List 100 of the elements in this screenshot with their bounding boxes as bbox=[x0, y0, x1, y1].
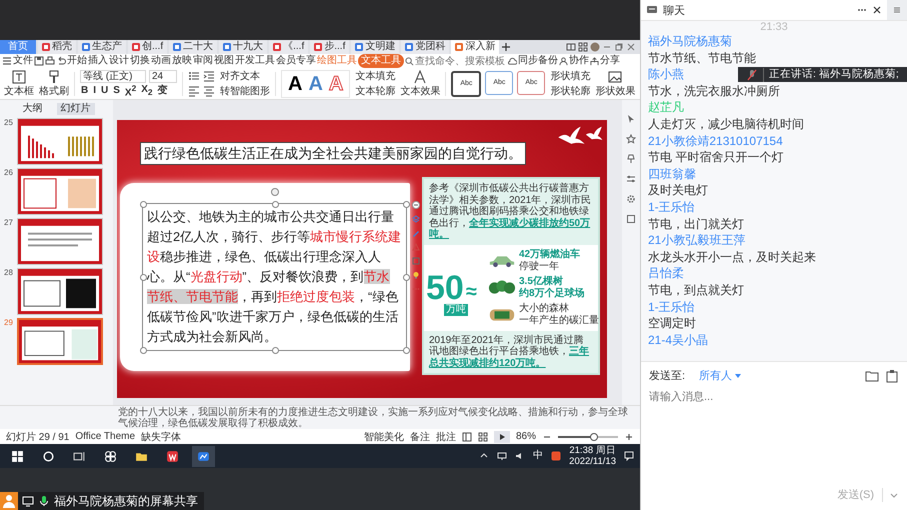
font-dropdown[interactable]: 等线 (正文) bbox=[80, 70, 146, 82]
slide-thumbnail[interactable] bbox=[17, 268, 103, 315]
app-tray-icon[interactable] bbox=[551, 451, 562, 461]
clipboard-icon[interactable] bbox=[885, 368, 899, 382]
ribbon-tab[interactable]: 切换 bbox=[130, 54, 150, 68]
meeting-app-icon[interactable] bbox=[192, 446, 215, 466]
align-left-icon[interactable] bbox=[188, 85, 200, 97]
network-icon[interactable] bbox=[497, 451, 508, 461]
notification-icon[interactable] bbox=[624, 451, 634, 461]
undo-icon[interactable] bbox=[56, 56, 66, 66]
ribbon-action[interactable]: 分享 bbox=[590, 54, 620, 68]
format-button[interactable]: 变 bbox=[156, 85, 169, 97]
document-tab[interactable]: 党团科 bbox=[401, 40, 450, 54]
shape-format-button[interactable]: 形状填充 bbox=[550, 70, 590, 82]
play-button[interactable] bbox=[494, 430, 510, 442]
clock[interactable]: 21:38 周日 2022/11/13 bbox=[569, 445, 616, 467]
document-tab[interactable]: 二十大 bbox=[169, 40, 218, 54]
zoom-slider-thumb[interactable] bbox=[590, 432, 598, 440]
save-icon[interactable] bbox=[34, 56, 44, 66]
document-tab[interactable]: 文明建 bbox=[351, 40, 400, 54]
beautify-button[interactable]: 智能美化 bbox=[364, 430, 404, 444]
rotate-handle[interactable] bbox=[270, 188, 278, 196]
add-tab-icon[interactable] bbox=[501, 42, 512, 52]
lightbulb-icon[interactable] bbox=[412, 271, 420, 279]
resize-handle[interactable] bbox=[403, 347, 410, 354]
document-tab[interactable]: 生态产 bbox=[78, 40, 126, 54]
resize-handle[interactable] bbox=[140, 347, 147, 354]
format-button[interactable]: U bbox=[100, 85, 110, 97]
panel-tab[interactable]: 幻灯片 bbox=[56, 103, 94, 115]
ribbon-action[interactable]: 协作 bbox=[559, 54, 589, 68]
format-button[interactable]: X$^{2}$ bbox=[124, 82, 138, 100]
document-tab[interactable]: 稻壳 bbox=[38, 40, 76, 54]
indent-icon[interactable] bbox=[203, 70, 215, 82]
star-icon[interactable] bbox=[626, 134, 636, 144]
normal-view-icon[interactable] bbox=[462, 432, 472, 442]
grid-icon[interactable] bbox=[578, 42, 588, 52]
format-button[interactable]: I bbox=[92, 85, 98, 97]
ribbon-tab[interactable]: 动画 bbox=[151, 54, 171, 68]
ribbon-tab[interactable]: 开始 bbox=[67, 54, 87, 68]
resize-handle[interactable] bbox=[403, 201, 410, 208]
speaker-notes[interactable]: 党的十八大以来，我国以前所未有的力度推进生态文明建设，实施一系列应对气候变化战略、措施和行动，参与全球气候治理，绿色低碳发展取得了积极成效。 bbox=[0, 405, 640, 429]
restore-icon[interactable] bbox=[614, 42, 624, 52]
ribbon-tab[interactable]: 插入 bbox=[88, 54, 108, 68]
align-center-icon[interactable] bbox=[203, 85, 215, 97]
ribbon-action[interactable]: 同步备份 bbox=[508, 54, 558, 68]
cursor-icon[interactable] bbox=[626, 114, 636, 124]
search-field[interactable]: 查找命令、搜索模板 bbox=[405, 56, 507, 66]
notes-button[interactable]: 备注 bbox=[410, 430, 430, 444]
shape-format-button[interactable]: 形状轮廓 bbox=[550, 84, 590, 98]
align-text-button[interactable]: 对齐文本 bbox=[220, 70, 270, 82]
avatar-icon[interactable] bbox=[590, 42, 600, 52]
zoom-in-icon[interactable] bbox=[624, 432, 634, 442]
smart-graphic-button[interactable]: 转智能图形 bbox=[220, 84, 270, 98]
sliders-icon[interactable] bbox=[626, 174, 636, 184]
resize-handle[interactable] bbox=[140, 201, 147, 208]
file-menu[interactable]: 文件 bbox=[13, 54, 33, 68]
minus-icon[interactable] bbox=[412, 201, 420, 209]
missing-fonts-button[interactable]: 缺失字体 bbox=[141, 430, 182, 444]
panel-tab[interactable]: 大纲 bbox=[18, 103, 46, 115]
microphone-icon[interactable] bbox=[38, 495, 50, 507]
text-format-button[interactable]: 文本轮廓 bbox=[355, 84, 396, 98]
resize-handle[interactable] bbox=[403, 274, 410, 281]
print-icon[interactable] bbox=[45, 56, 55, 66]
text-effect-button[interactable]: 文本效果 bbox=[400, 70, 440, 97]
pin-icon[interactable] bbox=[626, 154, 636, 164]
text-format-button[interactable]: 文本填充 bbox=[355, 70, 396, 82]
document-tab[interactable]: 十九大 bbox=[219, 40, 268, 54]
format-button[interactable]: X$_{2}$ bbox=[140, 84, 154, 98]
ribbon-tab[interactable]: 开发工具 bbox=[235, 54, 275, 68]
resize-handle[interactable] bbox=[272, 201, 278, 208]
menu-icon[interactable] bbox=[2, 56, 12, 66]
grid-icon[interactable] bbox=[478, 432, 488, 442]
ribbon-tab[interactable]: 审阅 bbox=[193, 54, 213, 68]
slide-thumbnail[interactable] bbox=[17, 218, 103, 265]
textbox-button[interactable]: 文本框 bbox=[4, 70, 34, 97]
message-input[interactable]: 请输入消息... bbox=[649, 383, 899, 485]
ribbon-tab[interactable]: 视图 bbox=[214, 54, 234, 68]
slide-thumbnail[interactable] bbox=[17, 168, 103, 215]
document-tab[interactable]: 《...f bbox=[269, 40, 308, 54]
ribbon-tab[interactable]: 设计 bbox=[109, 54, 129, 68]
slide-thumbnail[interactable] bbox=[17, 118, 103, 165]
bullet-list-icon[interactable] bbox=[188, 70, 200, 82]
text-style-swatch[interactable]: A bbox=[328, 72, 344, 94]
input-method-indicator[interactable]: 中 bbox=[533, 450, 544, 462]
font-size-dropdown[interactable]: 24 bbox=[149, 70, 177, 82]
ribbon-tab[interactable]: 放映 bbox=[172, 54, 192, 68]
format-button[interactable]: S bbox=[112, 85, 121, 97]
layout-icon[interactable] bbox=[566, 42, 576, 52]
gear-icon[interactable] bbox=[626, 194, 636, 204]
resize-handle[interactable] bbox=[272, 347, 278, 354]
document-tab[interactable]: 深入新 bbox=[451, 40, 500, 54]
comments-button[interactable]: 批注 bbox=[436, 430, 456, 444]
text-style-swatch[interactable]: A bbox=[308, 72, 323, 94]
screen-icon[interactable] bbox=[22, 495, 34, 507]
document-tab[interactable]: 创...f bbox=[128, 40, 168, 54]
shape-effect-button[interactable]: 形状效果 bbox=[595, 70, 636, 97]
format-painter-button[interactable]: 格式刷 bbox=[39, 70, 69, 97]
slide-thumbnail[interactable] bbox=[17, 318, 103, 365]
text-style-swatch[interactable]: A bbox=[288, 72, 302, 94]
folder-icon[interactable] bbox=[865, 368, 879, 382]
